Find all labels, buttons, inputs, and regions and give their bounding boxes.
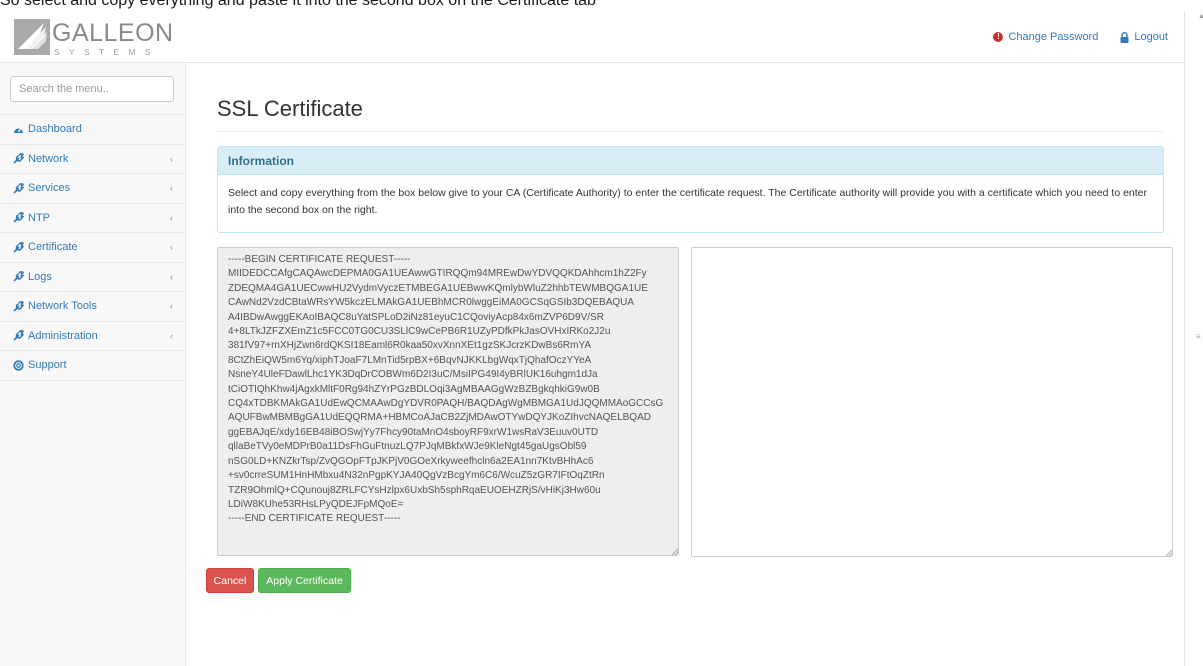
- sidebar-item-label: Administration: [28, 329, 98, 342]
- resize-grip-icon[interactable]: [671, 548, 679, 556]
- sidebar-item-network-tools[interactable]: Network Tools ‹: [0, 292, 185, 322]
- chevron-left-icon: ‹: [170, 183, 173, 193]
- information-text: Select and copy everything from the box …: [228, 187, 1148, 216]
- brand-name: GALLEON: [52, 19, 174, 47]
- menu-search-input[interactable]: [10, 76, 174, 102]
- wrench-icon: [13, 271, 24, 282]
- information-panel: Information Select and copy everything f…: [217, 146, 1164, 233]
- sidebar-search: [0, 63, 185, 115]
- chevron-left-icon: ‹: [170, 153, 173, 164]
- scroll-grip-icon[interactable]: ≡: [1196, 332, 1201, 341]
- galleon-logo[interactable]: GALLEON SYSTEMS: [14, 19, 174, 57]
- information-heading: Information: [218, 147, 1163, 175]
- top-navbar: GALLEON SYSTEMS ! Change Password Logout: [0, 11, 1184, 63]
- sidebar-item-label: Certificate: [28, 241, 78, 254]
- sidebar-item-label: Support: [28, 359, 67, 372]
- main-content: SSL Certificate Information Select and c…: [187, 63, 1184, 666]
- sidebar: Dashboard Network ‹ Services ‹ NTP ‹ Cer…: [0, 63, 186, 666]
- chevron-left-icon: ‹: [170, 212, 173, 223]
- wrench-icon: [13, 241, 24, 253]
- dashboard-icon: [13, 124, 24, 135]
- wrench-icon: [13, 212, 24, 223]
- sail-logo-icon: [14, 19, 50, 55]
- logout-link[interactable]: Logout: [1120, 31, 1168, 43]
- apply-certificate-button[interactable]: Apply Certificate: [258, 568, 351, 593]
- cancel-button[interactable]: Cancel: [206, 568, 254, 593]
- sidebar-item-label: Logs: [28, 270, 52, 283]
- sidebar-item-logs[interactable]: Logs ‹: [0, 263, 185, 292]
- chevron-left-icon: ‹: [170, 271, 173, 282]
- sidebar-item-label: Services: [28, 182, 71, 195]
- brand-subtitle: SYSTEMS: [54, 47, 160, 57]
- change-password-link[interactable]: ! Change Password: [993, 31, 1098, 43]
- sidebar-item-label: Dashboard: [28, 123, 82, 136]
- sidebar-item-ntp[interactable]: NTP ‹: [0, 204, 185, 233]
- sidebar-item-label: Network Tools: [28, 300, 97, 313]
- sidebar-item-support[interactable]: Support: [0, 351, 185, 381]
- chevron-left-icon: ‹: [170, 330, 173, 341]
- sidebar-item-label: Network: [28, 152, 69, 165]
- sidebar-item-network[interactable]: Network ‹: [0, 145, 185, 174]
- support-icon: [13, 360, 24, 371]
- sidebar-item-certificate[interactable]: Certificate ‹: [0, 233, 185, 263]
- sidebar-item-administration[interactable]: Administration ‹: [0, 322, 185, 351]
- resize-grip-icon[interactable]: [1165, 549, 1173, 557]
- certificate-textarea[interactable]: [691, 247, 1173, 557]
- logout-label: Logout: [1134, 31, 1168, 43]
- exclamation-icon: !: [993, 32, 1004, 42]
- lock-icon: [1120, 31, 1129, 43]
- header-actions: ! Change Password Logout: [993, 31, 1168, 43]
- sidebar-item-services[interactable]: Services ‹: [0, 174, 185, 204]
- wrench-icon: [13, 300, 24, 312]
- sidebar-item-label: NTP: [28, 211, 50, 224]
- title-divider: [217, 131, 1164, 132]
- page-title: SSL Certificate: [217, 96, 363, 121]
- change-password-label: Change Password: [1008, 31, 1099, 43]
- chevron-left-icon: ‹: [170, 242, 173, 252]
- scroll-up-icon[interactable]: ▲: [1198, 13, 1203, 20]
- instruction-caption: So select and copy everything and paste …: [0, 0, 596, 9]
- wrench-icon: [13, 153, 24, 164]
- sidebar-item-dashboard[interactable]: Dashboard: [0, 115, 185, 145]
- wrench-icon: [13, 182, 24, 194]
- chevron-left-icon: ‹: [170, 301, 173, 311]
- window-scrollbar[interactable]: ▲ ≡: [1184, 11, 1203, 666]
- wrench-icon: [13, 330, 24, 341]
- csr-textarea[interactable]: -----BEGIN CERTIFICATE REQUEST----- MIID…: [217, 247, 679, 556]
